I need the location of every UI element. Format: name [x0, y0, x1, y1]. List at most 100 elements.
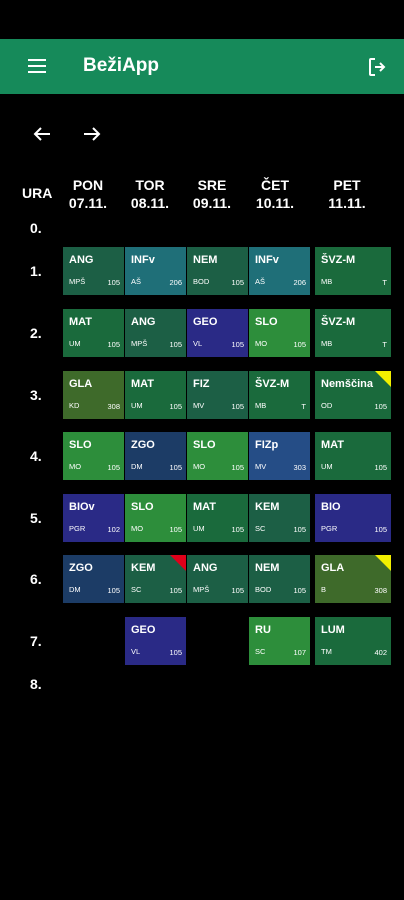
lesson-cell[interactable]: ANG MPŠ 105: [63, 247, 124, 295]
lesson-cell[interactable]: SLO MO 105: [125, 494, 186, 542]
lesson-cell[interactable]: MAT UM 105: [63, 309, 124, 357]
lesson-teacher: MB: [255, 401, 267, 410]
lesson-cell[interactable]: ŠVZ-M MB T: [315, 309, 391, 357]
lesson-teacher: MO: [69, 462, 82, 471]
lesson-cell[interactable]: ANG MPŠ 105: [125, 309, 186, 357]
lesson-subject: ANG: [193, 562, 218, 574]
day-date: 09.11.: [192, 195, 232, 211]
lesson-teacher: SC: [255, 524, 266, 533]
lesson-cell[interactable]: MAT UM 105: [315, 432, 391, 480]
lesson-cell[interactable]: KEM SC 105: [125, 555, 186, 603]
lesson-subject: NEM: [255, 562, 280, 574]
period-number: 2.: [30, 325, 42, 341]
lesson-room: 105: [374, 463, 387, 472]
lesson-cell[interactable]: NEM BOD 105: [249, 555, 310, 603]
lesson-teacher: MO: [131, 524, 144, 533]
lesson-cell[interactable]: INFv AŠ 206: [249, 247, 310, 295]
lesson-cell[interactable]: SLO MO 105: [187, 432, 248, 480]
lesson-cell[interactable]: INFv AŠ 206: [125, 247, 186, 295]
lesson-subject: MAT: [193, 501, 217, 513]
day-header: SRE 09.11.: [181, 176, 243, 212]
lesson-cell[interactable]: MAT UM 105: [125, 371, 186, 419]
lesson-subject: ŠVZ-M: [321, 254, 356, 266]
lesson-cell[interactable]: MAT UM 105: [187, 494, 248, 542]
lesson-subject: KEM: [255, 501, 280, 513]
lesson-room: 105: [169, 648, 182, 657]
lesson-cell[interactable]: FIZ MV 105: [187, 371, 248, 419]
lesson-subject: SLO: [255, 316, 278, 328]
lesson-cell[interactable]: ŠVZ-M MB T: [315, 247, 391, 295]
lesson-room: 102: [107, 525, 120, 534]
lesson-teacher: SC: [131, 585, 142, 594]
period-number: 3.: [30, 387, 42, 403]
lesson-teacher: DM: [131, 462, 143, 471]
lesson-teacher: AŠ: [255, 277, 266, 286]
lesson-cell[interactable]: RU SC 107: [249, 617, 310, 665]
lesson-subject: ŠVZ-M: [321, 316, 356, 328]
day-date: 08.11.: [130, 195, 170, 211]
lesson-cell[interactable]: SLO MO 105: [63, 432, 124, 480]
lesson-cell[interactable]: GEO VL 105: [187, 309, 248, 357]
lesson-cell[interactable]: ANG MPŠ 105: [187, 555, 248, 603]
lesson-subject: ŠVZ-M: [255, 378, 290, 390]
lesson-room: 105: [169, 340, 182, 349]
lesson-teacher: UM: [131, 401, 143, 410]
lesson-room: T: [382, 278, 387, 287]
lesson-room: 105: [231, 340, 244, 349]
lesson-cell[interactable]: FIZp MV 303: [249, 432, 310, 480]
lesson-teacher: MB: [321, 339, 333, 348]
lesson-teacher: MO: [255, 339, 268, 348]
day-header: TOR 08.11.: [119, 176, 181, 212]
lesson-teacher: MV: [255, 462, 267, 471]
lesson-cell[interactable]: Nemščina OD 105: [315, 371, 391, 419]
lesson-room: 105: [293, 586, 306, 595]
lesson-subject: ZGO: [131, 439, 155, 451]
lesson-subject: BIO: [321, 501, 341, 513]
day-name: TOR: [135, 177, 165, 193]
lesson-subject: ANG: [69, 254, 94, 266]
lesson-subject: INFv: [255, 254, 279, 266]
lesson-subject: NEM: [193, 254, 218, 266]
lesson-cell[interactable]: LUM TM 402: [315, 617, 391, 665]
lesson-cell[interactable]: GEO VL 105: [125, 617, 186, 665]
lesson-subject: GEO: [131, 624, 156, 636]
lesson-teacher: MO: [193, 462, 206, 471]
day-date: 10.11.: [255, 195, 295, 211]
lesson-cell[interactable]: NEM BOD 105: [187, 247, 248, 295]
lesson-subject: SLO: [69, 439, 92, 451]
lesson-teacher: VL: [131, 647, 141, 656]
lesson-teacher: MV: [193, 401, 205, 410]
lesson-room: 105: [231, 402, 244, 411]
arrow-right-icon[interactable]: [80, 122, 104, 146]
lesson-cell[interactable]: ŠVZ-M MB T: [249, 371, 310, 419]
lesson-room: 105: [169, 402, 182, 411]
day-name: SRE: [197, 177, 227, 193]
lesson-cell[interactable]: KEM SC 105: [249, 494, 310, 542]
lesson-subject: SLO: [131, 501, 154, 513]
lesson-cell[interactable]: BIO PGR 105: [315, 494, 391, 542]
lesson-room: 105: [107, 586, 120, 595]
lesson-teacher: UM: [321, 462, 333, 471]
lesson-teacher: B: [321, 585, 327, 594]
lesson-room: 308: [107, 402, 120, 411]
arrow-left-icon[interactable]: [30, 122, 54, 146]
lesson-subject: GLA: [321, 562, 345, 574]
lesson-cell[interactable]: GLA B 308: [315, 555, 391, 603]
day-date: 07.11.: [68, 195, 108, 211]
period-number: 8.: [30, 676, 42, 692]
logout-icon[interactable]: [366, 55, 390, 79]
day-header: PON 07.11.: [57, 176, 119, 212]
lesson-cell[interactable]: SLO MO 105: [249, 309, 310, 357]
lesson-cell[interactable]: ZGO DM 105: [63, 555, 124, 603]
menu-icon[interactable]: [28, 57, 50, 75]
lesson-room: 105: [107, 340, 120, 349]
day-date: 11.11.: [328, 195, 366, 211]
lesson-subject: BIOv: [69, 501, 95, 513]
lesson-cell[interactable]: GLA KD 308: [63, 371, 124, 419]
lesson-cell[interactable]: BIOv PGR 102: [63, 494, 124, 542]
lesson-cell[interactable]: ZGO DM 105: [125, 432, 186, 480]
period-number: 5.: [30, 510, 42, 526]
lesson-subject: INFv: [131, 254, 155, 266]
lesson-room: 105: [231, 586, 244, 595]
lesson-room: 303: [293, 463, 306, 472]
